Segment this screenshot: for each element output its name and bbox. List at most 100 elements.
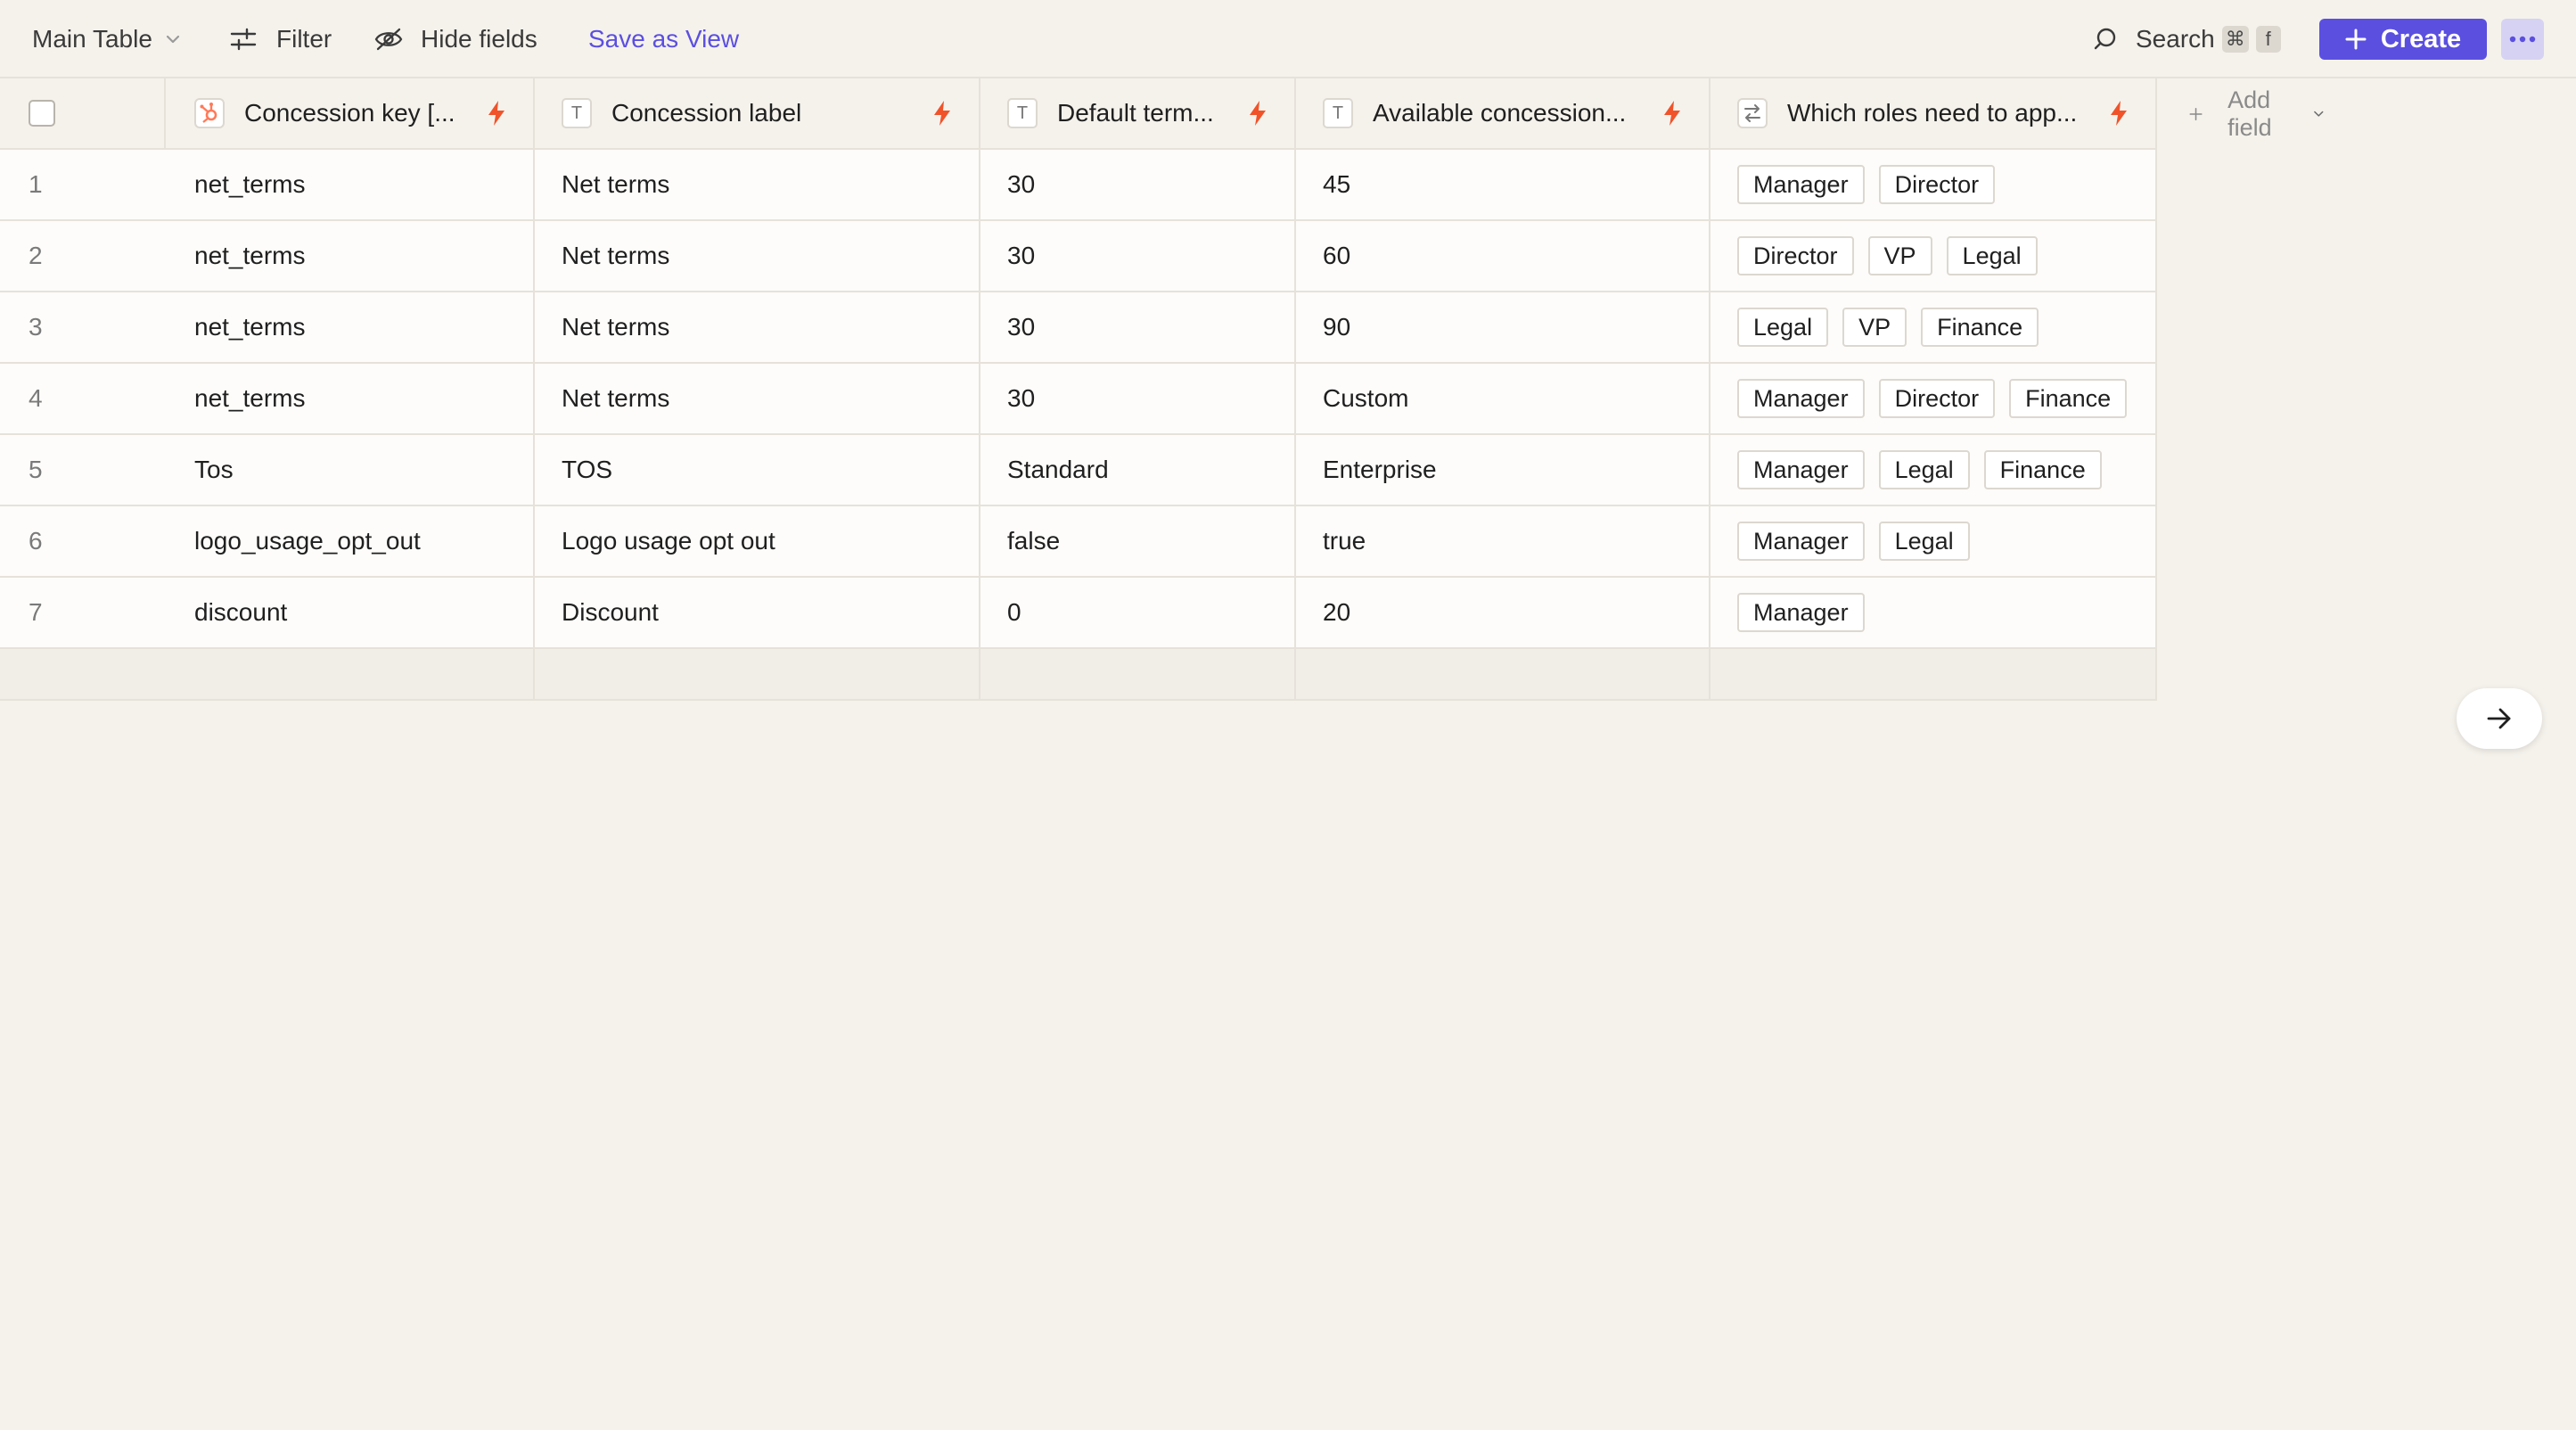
table-row[interactable]: 4 net_terms Net terms 30 Custom Manager … <box>0 364 2157 435</box>
concession-label-cell[interactable]: Discount <box>535 578 980 647</box>
role-tag: Legal <box>1737 308 1829 347</box>
select-all-checkbox[interactable] <box>29 100 55 127</box>
concession-label-cell[interactable]: Net terms <box>535 364 980 433</box>
column-header-concession-key[interactable]: Concession key [... <box>166 78 535 148</box>
roles-cell[interactable]: Manager Legal <box>1710 506 2157 576</box>
table-row[interactable]: 5 Tos TOS Standard Enterprise Manager Le… <box>0 435 2157 506</box>
roles-cell[interactable]: Manager <box>1710 578 2157 647</box>
concession-key-cell[interactable]: net_terms <box>166 150 535 219</box>
empty-cell <box>1710 649 2157 699</box>
concession-key-cell[interactable]: net_terms <box>166 292 535 362</box>
plus-icon <box>2189 107 2203 121</box>
search-button[interactable]: Search ⌘ f <box>2093 0 2281 78</box>
lightning-icon <box>934 101 950 126</box>
available-concession-cell[interactable]: 20 <box>1296 578 1710 647</box>
table-row[interactable]: 7 discount Discount 0 20 Manager <box>0 578 2157 649</box>
roles-cell[interactable]: Manager Director <box>1710 150 2157 219</box>
role-tag: Manager <box>1737 165 1865 204</box>
table-row[interactable]: 2 net_terms Net terms 30 60 Director VP … <box>0 221 2157 292</box>
create-button[interactable]: Create <box>2319 19 2487 60</box>
chevron-down-icon <box>166 35 180 44</box>
add-field-button[interactable]: Add field <box>2157 78 2325 150</box>
role-tag: Director <box>1878 379 1996 418</box>
f-key-hint: f <box>2255 26 2281 53</box>
concession-label-cell[interactable]: Net terms <box>535 292 980 362</box>
toolbar: Main Table Filter Hide fields Save as Vi… <box>0 0 2576 78</box>
data-grid: Concession key [... T Concession label T… <box>0 78 2324 701</box>
concession-key-cell[interactable]: Tos <box>166 435 535 505</box>
empty-cell <box>980 649 1296 699</box>
text-type-icon: T <box>1323 98 1353 128</box>
hide-fields-label: Hide fields <box>421 25 537 53</box>
default-term-cell[interactable]: 0 <box>980 578 1296 647</box>
empty-cell <box>1296 649 1710 699</box>
add-row[interactable] <box>0 649 2157 701</box>
role-tag: Director <box>1737 236 1854 275</box>
table-row[interactable]: 6 logo_usage_opt_out Logo usage opt out … <box>0 506 2157 578</box>
concession-label-cell[interactable]: TOS <box>535 435 980 505</box>
concession-label-cell[interactable]: Net terms <box>535 221 980 291</box>
chevron-down-icon[interactable] <box>2313 109 2325 119</box>
available-concession-cell[interactable]: Custom <box>1296 364 1710 433</box>
concession-label-cell[interactable]: Logo usage opt out <box>535 506 980 576</box>
hide-fields-button[interactable]: Hide fields <box>374 0 537 78</box>
available-concession-cell[interactable]: 45 <box>1296 150 1710 219</box>
available-concession-cell[interactable]: 60 <box>1296 221 1710 291</box>
scroll-right-button[interactable] <box>2457 688 2542 749</box>
save-as-view-label: Save as View <box>588 25 740 53</box>
column-label: Which roles need to app... <box>1787 99 2078 127</box>
concession-key-cell[interactable]: discount <box>166 578 535 647</box>
row-number: 3 <box>29 313 43 341</box>
default-term-cell[interactable]: Standard <box>980 435 1296 505</box>
empty-cell <box>535 649 980 699</box>
roles-cell[interactable]: Manager Legal Finance <box>1710 435 2157 505</box>
row-number: 4 <box>29 384 43 412</box>
role-tag: Manager <box>1737 379 1865 418</box>
select-all-cell <box>0 78 166 148</box>
role-tag: Finance <box>2009 379 2128 418</box>
role-tag: Finance <box>1983 450 2102 489</box>
column-header-concession-label[interactable]: T Concession label <box>535 78 980 148</box>
roles-cell[interactable]: Director VP Legal <box>1710 221 2157 291</box>
filter-button[interactable]: Filter <box>230 0 332 78</box>
available-concession-cell[interactable]: true <box>1296 506 1710 576</box>
save-as-view-link[interactable]: Save as View <box>588 0 739 78</box>
available-concession-cell[interactable]: 90 <box>1296 292 1710 362</box>
empty-cell <box>166 649 535 699</box>
concession-key-cell[interactable]: net_terms <box>166 364 535 433</box>
row-number: 1 <box>29 170 43 198</box>
add-field-label: Add field <box>2227 86 2272 141</box>
default-term-cell[interactable]: 30 <box>980 292 1296 362</box>
more-horizontal-icon <box>2509 36 2536 43</box>
more-options-button[interactable] <box>2501 19 2544 60</box>
role-tag: Manager <box>1737 450 1865 489</box>
role-tag: Legal <box>1946 236 2038 275</box>
role-tag: Manager <box>1737 593 1865 632</box>
concession-key-cell[interactable]: logo_usage_opt_out <box>166 506 535 576</box>
available-concession-cell[interactable]: Enterprise <box>1296 435 1710 505</box>
view-selector[interactable]: Main Table <box>32 0 181 78</box>
table-row[interactable]: 3 net_terms Net terms 30 90 Legal VP Fin… <box>0 292 2157 364</box>
default-term-cell[interactable]: 30 <box>980 364 1296 433</box>
lightning-icon <box>2111 101 2127 126</box>
view-name: Main Table <box>32 25 152 53</box>
default-term-cell[interactable]: false <box>980 506 1296 576</box>
table-row[interactable]: 1 net_terms Net terms 30 45 Manager Dire… <box>0 150 2157 221</box>
column-header-roles[interactable]: Which roles need to app... <box>1710 78 2157 148</box>
row-number: 6 <box>29 527 43 555</box>
roles-cell[interactable]: Legal VP Finance <box>1710 292 2157 362</box>
role-tag: Finance <box>1921 308 2039 347</box>
role-tag: Director <box>1878 165 1996 204</box>
lightning-icon <box>1664 101 1680 126</box>
row-number: 5 <box>29 456 43 483</box>
column-header-default-term[interactable]: T Default term... <box>980 78 1296 148</box>
default-term-cell[interactable]: 30 <box>980 221 1296 291</box>
default-term-cell[interactable]: 30 <box>980 150 1296 219</box>
column-header-available-concession[interactable]: T Available concession... <box>1296 78 1710 148</box>
plus-icon <box>2345 29 2367 50</box>
concession-label-cell[interactable]: Net terms <box>535 150 980 219</box>
lightning-icon <box>1250 101 1266 126</box>
concession-key-cell[interactable]: net_terms <box>166 221 535 291</box>
search-label: Search <box>2136 25 2215 53</box>
roles-cell[interactable]: Manager Director Finance <box>1710 364 2157 433</box>
